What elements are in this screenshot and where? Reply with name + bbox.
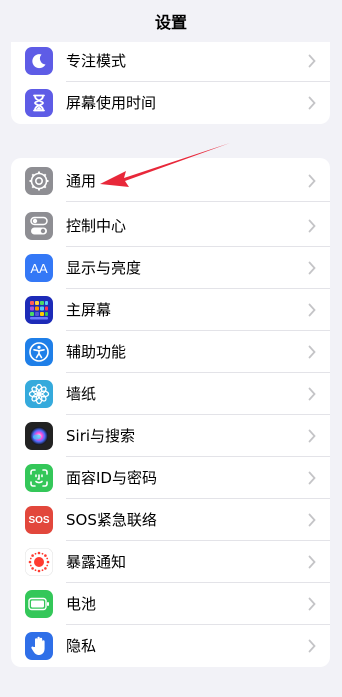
settings-group-main: 通用 控制中心 AA 显示与亮度 主屏幕 辅助功能 墙纸 Siri与搜索 面容I… [11,158,330,667]
row-accessibility[interactable]: 辅助功能 [11,331,330,373]
row-label: 暴露通知 [66,553,127,571]
siri-icon [25,422,53,450]
row-label: 电池 [66,595,97,613]
chevron-right-icon [308,96,316,110]
row-privacy[interactable]: 隐私 [11,625,330,667]
chevron-right-icon [308,345,316,359]
row-label: 面容ID与密码 [66,469,157,487]
toggles-icon [25,212,53,240]
chevron-right-icon [308,639,316,653]
chevron-right-icon [308,387,316,401]
hourglass-icon [25,89,53,117]
chevron-right-icon [308,54,316,68]
row-face-id[interactable]: 面容ID与密码 [11,457,330,499]
moon-icon [25,47,53,75]
text-size-glyph: AA [30,260,48,276]
row-label: Siri与搜索 [66,427,136,445]
chevron-right-icon [308,261,316,275]
accessibility-icon [25,338,53,366]
row-home-screen[interactable]: 主屏幕 [11,289,330,331]
battery-icon [25,590,53,618]
app-grid-icon [25,296,53,324]
row-label: 墙纸 [66,385,97,403]
text-size-icon: AA [25,254,53,282]
page-title: 设置 [154,13,187,32]
row-label: 通用 [66,172,97,190]
chevron-right-icon [308,174,316,188]
chevron-right-icon [308,555,316,569]
row-general[interactable]: 通用 [11,160,330,202]
chevron-right-icon [308,429,316,443]
row-wallpaper[interactable]: 墙纸 [11,373,330,415]
row-sos[interactable]: SOS SOS紧急联络 [11,499,330,541]
row-label: 辅助功能 [66,343,127,361]
navigation-bar: 设置 [0,0,342,42]
row-separator [66,201,330,202]
chevron-right-icon [308,513,316,527]
row-battery[interactable]: 电池 [11,583,330,625]
row-label: 专注模式 [66,52,127,70]
row-label: 显示与亮度 [66,259,142,277]
row-label: SOS紧急联络 [66,511,157,529]
exposure-icon [25,548,53,576]
settings-group-top: 专注模式 屏幕使用时间 [11,30,330,124]
chevron-right-icon [308,303,316,317]
sos-glyph: SOS [28,514,50,526]
row-siri[interactable]: Siri与搜索 [11,415,330,457]
settings-screen: 设置 专注模式 屏幕使用时间 通用 控制中心 AA 显示与亮度 主屏幕 辅助功能… [0,0,342,697]
row-control-center[interactable]: 控制中心 [11,205,330,247]
row-label: 隐私 [66,637,97,655]
row-label: 控制中心 [66,217,127,235]
chevron-right-icon [308,471,316,485]
gear-icon [25,167,53,195]
chevron-right-icon [308,597,316,611]
row-focus[interactable]: 专注模式 [11,40,330,82]
row-screen-time[interactable]: 屏幕使用时间 [11,82,330,124]
row-label: 主屏幕 [66,301,112,319]
row-display[interactable]: AA 显示与亮度 [11,247,330,289]
hand-icon [25,632,53,660]
chevron-right-icon [308,219,316,233]
row-exposure[interactable]: 暴露通知 [11,541,330,583]
row-label: 屏幕使用时间 [66,94,157,112]
flower-icon [25,380,53,408]
sos-icon: SOS [25,506,53,534]
face-id-icon [25,464,53,492]
